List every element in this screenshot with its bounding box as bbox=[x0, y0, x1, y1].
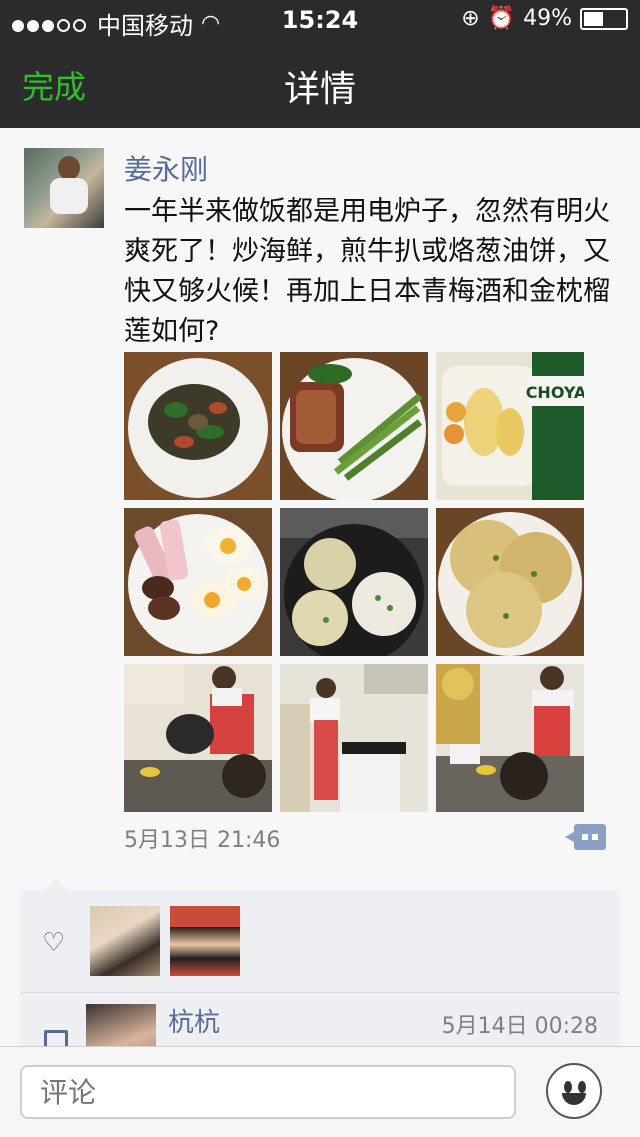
comment-time: 5月14日 00:28 bbox=[441, 1014, 598, 1039]
photo-scallion-pancakes-plate[interactable] bbox=[436, 508, 584, 656]
photo-durian-choya[interactable]: CHOYA bbox=[436, 352, 584, 500]
commenter-avatar[interactable] bbox=[86, 1004, 156, 1046]
author-avatar[interactable] bbox=[24, 148, 104, 228]
divider bbox=[20, 992, 620, 993]
battery-icon bbox=[580, 7, 628, 30]
rotation-lock-icon: ⊕ bbox=[461, 6, 480, 31]
navigation-bar: 完成 详情 bbox=[0, 40, 640, 128]
alarm-icon: ⏰ bbox=[487, 6, 516, 31]
photo-steak-asparagus[interactable] bbox=[280, 352, 428, 500]
liker-avatar[interactable] bbox=[170, 906, 240, 976]
photo-cooking-3[interactable] bbox=[436, 664, 584, 812]
commenter-name[interactable]: 杭杭 bbox=[168, 1002, 220, 1039]
photo-cooking-1[interactable] bbox=[124, 664, 272, 812]
liker-avatar[interactable] bbox=[90, 906, 160, 976]
photo-cooking-2[interactable] bbox=[280, 664, 428, 812]
heart-icon: ♡ bbox=[42, 928, 66, 958]
author-name[interactable]: 姜永刚 bbox=[124, 148, 208, 188]
likes-and-comments: ♡ 杭杭 5月14日 00:28 bbox=[20, 878, 620, 1046]
battery-percent: 49% bbox=[523, 6, 572, 31]
photo-seafood-stirfry[interactable] bbox=[124, 352, 272, 500]
comment-action-button[interactable] bbox=[565, 824, 606, 850]
status-bar: 中国移动 ◠ 15:24 ⊕ ⏰ 49% bbox=[0, 0, 640, 40]
photo-ham-eggs[interactable] bbox=[124, 508, 272, 656]
comment-input-bar bbox=[0, 1046, 640, 1137]
bottle-label-text: CHOYA bbox=[526, 383, 584, 402]
comment-icon bbox=[44, 1030, 68, 1046]
photo-scallion-pancake-pan[interactable] bbox=[280, 508, 428, 656]
page-title: 详情 bbox=[283, 69, 356, 110]
post-detail: 姜永刚 一年半来做饭都是用电炉子，忽然有明火爽死了！炒海鲜，煎牛扒或烙葱油饼，又… bbox=[0, 128, 640, 1046]
emoji-icon[interactable] bbox=[546, 1063, 602, 1119]
comment-input[interactable] bbox=[20, 1065, 516, 1119]
post-timestamp: 5月13日 21:46 bbox=[124, 828, 281, 853]
post-text: 一年半来做饭都是用电炉子，忽然有明火爽死了！炒海鲜，煎牛扒或烙葱油饼，又快又够火… bbox=[124, 196, 610, 347]
